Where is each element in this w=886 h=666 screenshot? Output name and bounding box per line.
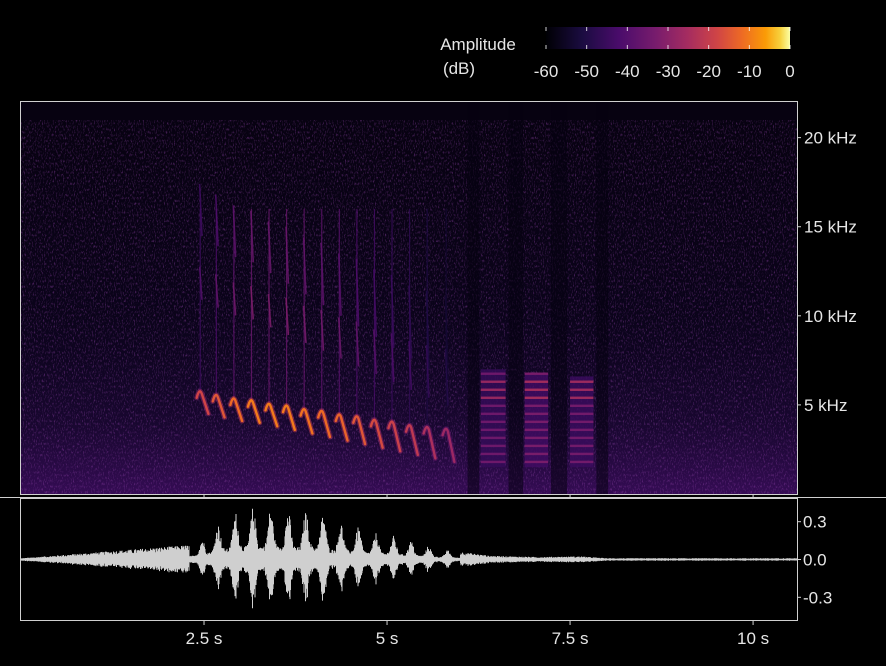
time-tick-label: 10 s [737,629,769,648]
buzz-band-stripe [524,428,549,432]
colorbar-tick-label: 0 [785,62,794,81]
waveform-y-tick-label: 0.3 [803,513,827,532]
buzz-band-stripe [570,444,594,448]
buzz-band-stripe [524,452,549,456]
buzz-band-stripe [480,460,506,464]
buzz-band-stripe [570,428,594,432]
buzz-band-stripe [570,404,594,407]
buzz-band [570,376,594,468]
buzz-band-stripe [524,444,549,448]
buzz-band [480,369,506,468]
buzz-band [524,372,549,468]
buzz-band-stripe [480,420,506,424]
buzz-band-stripe [570,460,594,464]
buzz-band-stripe [524,460,549,464]
spectrogram-y-ticks: 5 kHz 10 kHz 15 kHz 20 kHz [797,129,857,415]
gap-strip [596,102,609,494]
buzz-band-stripe [570,388,594,391]
buzz-band-fill [480,369,506,468]
buzz-band-stripe [524,412,549,416]
colorbar-tick-label: -20 [696,62,721,81]
gap-strip [551,102,568,494]
colorbar-tick-label: -60 [534,62,559,81]
buzz-band-stripe [480,388,506,391]
waveform-y-ticks: 0.3 0.0 -0.3 [797,513,832,607]
spectrogram-figure: Amplitude (dB) -60 -50 -40 -30 -20 -10 0 5 kHz… [0,27,886,648]
colorbar-tick-label: -30 [656,62,681,81]
waveform-y-tick-label: 0.0 [803,551,827,570]
spectrogram-y-tick-label: 5 kHz [804,396,847,415]
spectrogram-y-tick-label: 20 kHz [804,129,857,148]
buzz-band-stripe [570,420,594,424]
buzz-band-stripe [480,372,506,375]
colorbar: Amplitude (dB) -60 -50 -40 -30 -20 -10 0 [440,27,795,81]
buzz-band-stripe [524,388,549,391]
buzz-band-stripe [570,436,594,440]
time-tick-label: 7.5 s [552,629,589,648]
waveform-trace [21,508,797,609]
colorbar-tick-label: -50 [574,62,599,81]
buzz-band-stripe [570,412,594,416]
spectrogram-y-tick-label: 15 kHz [804,218,857,237]
buzz-band-stripe [524,396,549,399]
buzz-band-stripe [524,380,549,383]
buzz-band-stripe [480,452,506,456]
buzz-band-stripe [480,436,506,440]
colorbar-tick-label: -10 [737,62,762,81]
buzz-band-stripe [524,420,549,424]
buzz-band-stripe [480,412,506,416]
spectrogram-panel: 5 kHz 10 kHz 15 kHz 20 kHz [20,101,857,495]
waveform-panel: 0.3 0.0 -0.3 2.5 s 5 s 7.5 s 10 s [20,494,832,648]
gap-strip [508,102,524,494]
buzz-band-stripe [524,372,549,375]
gap-strip [467,102,480,494]
waveform-y-tick-label: -0.3 [803,588,832,607]
buzz-band-stripe [480,404,506,407]
buzz-band-stripe [524,404,549,407]
buzz-band-stripe [570,396,594,399]
time-tick-label: 2.5 s [186,629,223,648]
buzz-band-stripe [570,380,594,383]
buzz-band-stripe [480,396,506,399]
colorbar-title-line1: Amplitude [440,35,516,54]
buzz-band-stripe [570,452,594,456]
buzz-band-stripe [480,444,506,448]
buzz-band-stripe [480,380,506,383]
buzz-band-stripe [480,428,506,432]
colorbar-tick-label: -40 [615,62,640,81]
buzz-band-stripe [524,436,549,440]
spectrogram-y-tick-label: 10 kHz [804,307,857,326]
colorbar-title-line2: (dB) [443,59,475,78]
time-tick-label: 5 s [376,629,399,648]
